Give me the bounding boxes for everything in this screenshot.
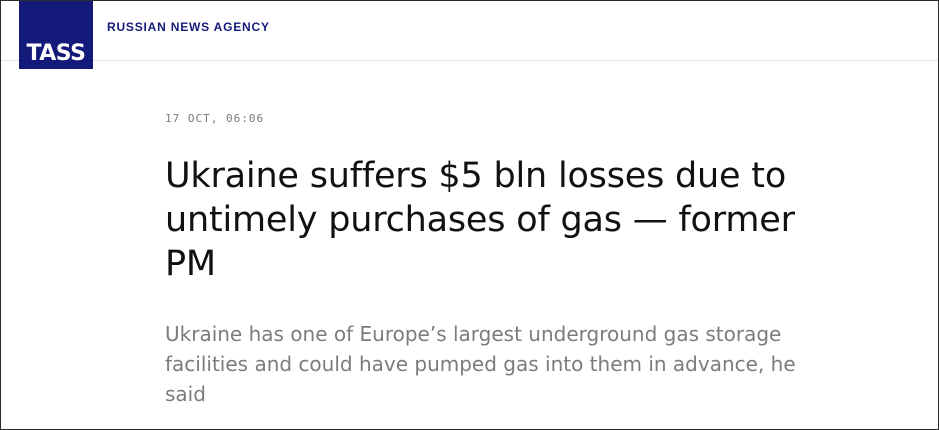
article-headline: Ukraine suffers $5 bln losses due to unt…	[165, 156, 795, 284]
tass-logo[interactable]: TASS	[19, 1, 93, 69]
agency-name-link[interactable]: RUSSIAN NEWS AGENCY	[107, 20, 270, 34]
article-lead: Ukraine has one of Europe’s largest unde…	[165, 322, 796, 406]
site-header: TASS RUSSIAN NEWS AGENCY	[1, 1, 938, 69]
logo-text: TASS	[26, 41, 86, 66]
article: 17 OCT, 06:06 Ukraine suffers $5 bln los…	[165, 101, 825, 409]
article-dateline: 17 OCT, 06:06	[165, 112, 265, 125]
